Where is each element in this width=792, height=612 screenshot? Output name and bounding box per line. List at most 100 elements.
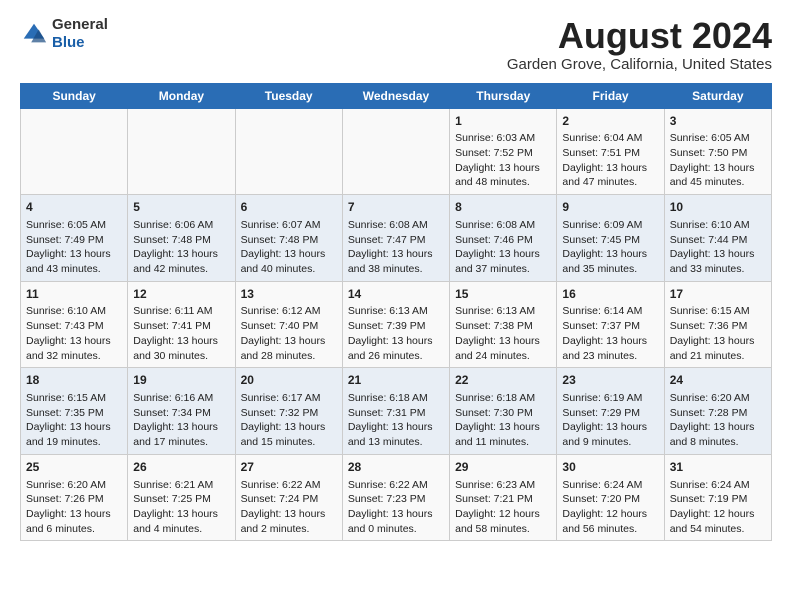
- day-info: Sunrise: 6:10 AM: [26, 304, 122, 319]
- day-info: Sunrise: 6:24 AM: [670, 478, 766, 493]
- day-header-tuesday: Tuesday: [235, 83, 342, 108]
- day-info: Sunrise: 6:10 AM: [670, 218, 766, 233]
- day-info: Daylight: 13 hours and 47 minutes.: [562, 161, 658, 190]
- calendar-cell: [21, 108, 128, 195]
- calendar-cell: 4Sunrise: 6:05 AMSunset: 7:49 PMDaylight…: [21, 195, 128, 282]
- calendar-cell: 13Sunrise: 6:12 AMSunset: 7:40 PMDayligh…: [235, 281, 342, 368]
- calendar-cell: 28Sunrise: 6:22 AMSunset: 7:23 PMDayligh…: [342, 454, 449, 541]
- day-info: Sunset: 7:19 PM: [670, 492, 766, 507]
- day-number: 11: [26, 286, 122, 303]
- day-info: Daylight: 13 hours and 32 minutes.: [26, 334, 122, 363]
- day-info: Sunrise: 6:24 AM: [562, 478, 658, 493]
- day-info: Sunset: 7:41 PM: [133, 319, 229, 334]
- day-number: 8: [455, 199, 551, 216]
- calendar-header-row: SundayMondayTuesdayWednesdayThursdayFrid…: [21, 83, 772, 108]
- day-info: Daylight: 12 hours and 58 minutes.: [455, 507, 551, 536]
- logo-general-text: General: [52, 16, 108, 34]
- day-number: 20: [241, 372, 337, 389]
- day-info: Daylight: 13 hours and 9 minutes.: [562, 420, 658, 449]
- calendar-cell: 14Sunrise: 6:13 AMSunset: 7:39 PMDayligh…: [342, 281, 449, 368]
- day-info: Sunrise: 6:11 AM: [133, 304, 229, 319]
- day-info: Sunrise: 6:17 AM: [241, 391, 337, 406]
- calendar-cell: 27 Sunrise: 6:22 AMSunset: 7:24 PMDayligh…: [235, 454, 342, 541]
- calendar-cell: 31 Sunrise: 6:24 AMSunset: 7:19 PMDayligh…: [664, 454, 771, 541]
- logo-icon: [20, 20, 48, 48]
- day-number: 9: [562, 199, 658, 216]
- day-info: Sunset: 7:49 PM: [26, 233, 122, 248]
- day-number: 30: [562, 459, 658, 476]
- calendar-cell: 15Sunrise: 6:13 AMSunset: 7:38 PMDayligh…: [450, 281, 557, 368]
- calendar-week-row: 18Sunrise: 6:15 AMSunset: 7:35 PMDayligh…: [21, 368, 772, 455]
- calendar-cell: 9Sunrise: 6:09 AMSunset: 7:45 PMDaylight…: [557, 195, 664, 282]
- calendar-cell: [128, 108, 235, 195]
- day-info: Sunset: 7:28 PM: [670, 406, 766, 421]
- day-info: Sunset: 7:39 PM: [348, 319, 444, 334]
- calendar-cell: 2Sunrise: 6:04 AMSunset: 7:51 PMDaylight…: [557, 108, 664, 195]
- day-number: 21: [348, 372, 444, 389]
- day-number: 15: [455, 286, 551, 303]
- day-info: Sunrise: 6:04 AM: [562, 131, 658, 146]
- day-info: Sunrise: 6:19 AM: [562, 391, 658, 406]
- calendar-cell: 1Sunrise: 6:03 AMSunset: 7:52 PMDaylight…: [450, 108, 557, 195]
- day-number: 16: [562, 286, 658, 303]
- day-info: Sunrise: 6:16 AM: [133, 391, 229, 406]
- calendar-subtitle: Garden Grove, California, United States: [507, 56, 772, 73]
- day-info: Sunset: 7:32 PM: [241, 406, 337, 421]
- day-info: Sunset: 7:44 PM: [670, 233, 766, 248]
- day-number: 4: [26, 199, 122, 216]
- day-info: Sunrise: 6:21 AM: [133, 478, 229, 493]
- day-info: Sunrise: 6:07 AM: [241, 218, 337, 233]
- day-info: Sunset: 7:40 PM: [241, 319, 337, 334]
- day-number: 28: [348, 459, 444, 476]
- calendar-title: August 2024: [507, 16, 772, 56]
- day-number: 10: [670, 199, 766, 216]
- day-info: Daylight: 13 hours and 24 minutes.: [455, 334, 551, 363]
- day-number: 31: [670, 459, 766, 476]
- day-info: Sunrise: 6:08 AM: [348, 218, 444, 233]
- day-info: Daylight: 13 hours and 2 minutes.: [241, 507, 337, 536]
- day-info: Daylight: 13 hours and 28 minutes.: [241, 334, 337, 363]
- calendar-cell: 23Sunrise: 6:19 AMSunset: 7:29 PMDayligh…: [557, 368, 664, 455]
- calendar-cell: 25Sunrise: 6:20 AMSunset: 7:26 PMDayligh…: [21, 454, 128, 541]
- calendar-cell: 5Sunrise: 6:06 AMSunset: 7:48 PMDaylight…: [128, 195, 235, 282]
- day-info: Sunrise: 6:15 AM: [670, 304, 766, 319]
- day-number: 12: [133, 286, 229, 303]
- calendar-week-row: 25Sunrise: 6:20 AMSunset: 7:26 PMDayligh…: [21, 454, 772, 541]
- day-info: Sunset: 7:25 PM: [133, 492, 229, 507]
- title-block: August 2024 Garden Grove, California, Un…: [507, 16, 772, 73]
- calendar-cell: [342, 108, 449, 195]
- day-info: Sunset: 7:47 PM: [348, 233, 444, 248]
- day-info: Daylight: 13 hours and 15 minutes.: [241, 420, 337, 449]
- day-number: 19: [133, 372, 229, 389]
- day-info: Sunrise: 6:08 AM: [455, 218, 551, 233]
- day-info: Sunset: 7:26 PM: [26, 492, 122, 507]
- day-info: Daylight: 13 hours and 30 minutes.: [133, 334, 229, 363]
- day-number: 24: [670, 372, 766, 389]
- calendar-cell: [235, 108, 342, 195]
- day-info: Sunset: 7:46 PM: [455, 233, 551, 248]
- calendar-cell: 17Sunrise: 6:15 AMSunset: 7:36 PMDayligh…: [664, 281, 771, 368]
- day-info: Sunrise: 6:22 AM: [348, 478, 444, 493]
- day-info: Daylight: 13 hours and 35 minutes.: [562, 247, 658, 276]
- logo: General Blue: [20, 16, 108, 52]
- day-info: Sunrise: 6:18 AM: [348, 391, 444, 406]
- day-info: Sunset: 7:24 PM: [241, 492, 337, 507]
- calendar-cell: 16Sunrise: 6:14 AMSunset: 7:37 PMDayligh…: [557, 281, 664, 368]
- day-info: Daylight: 12 hours and 54 minutes.: [670, 507, 766, 536]
- calendar-cell: 26Sunrise: 6:21 AMSunset: 7:25 PMDayligh…: [128, 454, 235, 541]
- day-number: 17: [670, 286, 766, 303]
- day-info: Sunset: 7:31 PM: [348, 406, 444, 421]
- day-info: Sunset: 7:35 PM: [26, 406, 122, 421]
- day-info: Sunrise: 6:20 AM: [670, 391, 766, 406]
- calendar-cell: 11Sunrise: 6:10 AMSunset: 7:43 PMDayligh…: [21, 281, 128, 368]
- day-info: Daylight: 13 hours and 11 minutes.: [455, 420, 551, 449]
- day-info: Daylight: 13 hours and 48 minutes.: [455, 161, 551, 190]
- day-number: 27: [241, 459, 337, 476]
- day-info: Daylight: 13 hours and 4 minutes.: [133, 507, 229, 536]
- day-info: Sunset: 7:29 PM: [562, 406, 658, 421]
- day-info: Daylight: 13 hours and 13 minutes.: [348, 420, 444, 449]
- day-info: Daylight: 13 hours and 0 minutes.: [348, 507, 444, 536]
- day-info: Sunrise: 6:22 AM: [241, 478, 337, 493]
- day-header-sunday: Sunday: [21, 83, 128, 108]
- day-header-saturday: Saturday: [664, 83, 771, 108]
